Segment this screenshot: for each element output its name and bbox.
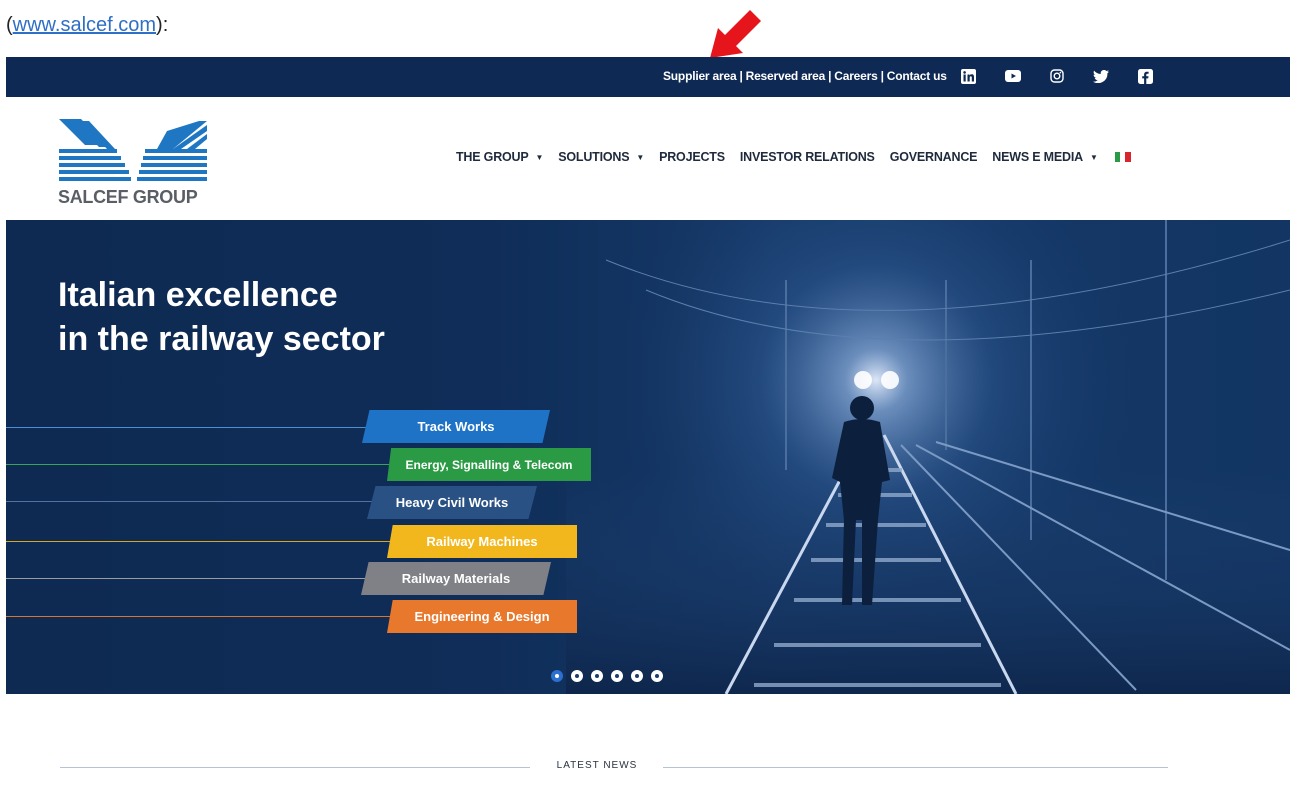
- divider-line: [60, 767, 530, 768]
- tag-energy-signalling-telecom[interactable]: Energy, Signalling & Telecom: [387, 448, 591, 481]
- nav-news-e-media[interactable]: NEWS E MEDIA ▼: [992, 150, 1098, 164]
- divider-line: [663, 767, 1168, 768]
- machines-line: [6, 541, 391, 542]
- slide-dot-4[interactable]: [611, 670, 623, 682]
- logo-wordmark: SALCEF GROUP: [58, 187, 198, 207]
- tag-railway-materials[interactable]: Railway Materials: [361, 562, 551, 595]
- nav-label: INVESTOR RELATIONS: [739, 150, 875, 164]
- tag-engineering-design[interactable]: Engineering & Design: [387, 600, 577, 633]
- utility-links: Supplier area | Reserved area | Careers | Cont…: [663, 69, 947, 83]
- separator: |: [880, 69, 884, 83]
- caption-suffix: ):: [156, 14, 169, 36]
- materials-line: [6, 578, 366, 579]
- page: (www.salcef.com): Supplier area | Reserved…: [0, 0, 1290, 800]
- site-header: SALCEF GROUP THE GROUP ▼ SOLUTIONS ▼ PROJE…: [6, 97, 1290, 220]
- slide-dot-2[interactable]: [571, 670, 583, 682]
- engineering-line: [6, 616, 391, 617]
- tag-railway-machines[interactable]: Railway Machines: [387, 525, 577, 558]
- red-pointer-arrow-icon: [710, 10, 761, 58]
- salcef-website-link[interactable]: www.salcef.com: [13, 14, 156, 36]
- nav-solutions[interactable]: SOLUTIONS ▼: [558, 150, 644, 164]
- salcef-logo-mark-icon: [59, 119, 207, 181]
- slide-dot-1[interactable]: [551, 670, 563, 682]
- tag-heavy-civil-works[interactable]: Heavy Civil Works: [367, 486, 537, 519]
- facebook-icon[interactable]: [1135, 66, 1155, 86]
- hero-title-line-2: in the railway sector: [58, 320, 385, 358]
- slide-dot-3[interactable]: [591, 670, 603, 682]
- track-works-line: [6, 427, 366, 428]
- nav-label: GOVERNANCE: [889, 150, 978, 164]
- separator: |: [739, 69, 743, 83]
- slide-dot-6[interactable]: [651, 670, 663, 682]
- italy-flag-icon[interactable]: [1114, 152, 1131, 162]
- nav-label: THE GROUP: [456, 150, 529, 164]
- civil-works-line: [6, 501, 373, 502]
- linkedin-icon[interactable]: [958, 66, 978, 86]
- caret-down-icon: ▼: [636, 152, 645, 162]
- nav-governance[interactable]: GOVERNANCE: [890, 150, 978, 164]
- slide-dot-5[interactable]: [631, 670, 643, 682]
- latest-news-heading: LATEST NEWS: [556, 760, 638, 771]
- hero-slider: Italian excellence in the railway sector…: [6, 220, 1290, 694]
- top-utility-bar: Supplier area | Reserved area | Careers | Cont…: [6, 57, 1290, 97]
- salcef-logo[interactable]: SALCEF GROUP: [57, 119, 217, 209]
- nav-label: PROJECTS: [659, 150, 725, 164]
- hero-title-line-1: Italian excellence: [58, 276, 338, 314]
- nav-projects[interactable]: PROJECTS: [659, 150, 725, 164]
- youtube-icon[interactable]: [1003, 66, 1023, 86]
- nav-the-group[interactable]: THE GROUP ▼: [456, 150, 543, 164]
- twitter-icon[interactable]: [1091, 66, 1111, 86]
- nav-label: SOLUTIONS: [558, 150, 630, 164]
- source-caption: (www.salcef.com):: [6, 14, 168, 37]
- caret-down-icon: ▼: [1089, 152, 1098, 162]
- caption-prefix: (: [6, 14, 13, 36]
- contact-us-link[interactable]: Contact us: [887, 69, 947, 83]
- nav-investor-relations[interactable]: INVESTOR RELATIONS: [740, 150, 875, 164]
- supplier-area-link[interactable]: Supplier area: [663, 69, 737, 83]
- separator: |: [828, 69, 832, 83]
- instagram-icon[interactable]: [1047, 66, 1067, 86]
- hero-title: Italian excellence in the railway sector: [58, 273, 385, 361]
- nav-label: NEWS E MEDIA: [992, 150, 1083, 164]
- reserved-area-link[interactable]: Reserved area: [746, 69, 826, 83]
- main-navigation: THE GROUP ▼ SOLUTIONS ▼ PROJECTS INVESTOR …: [456, 150, 1131, 164]
- slider-pagination: [551, 670, 671, 682]
- energy-line: [6, 464, 391, 465]
- careers-link[interactable]: Careers: [834, 69, 878, 83]
- tag-track-works[interactable]: Track Works: [362, 410, 550, 443]
- caret-down-icon: ▼: [535, 152, 544, 162]
